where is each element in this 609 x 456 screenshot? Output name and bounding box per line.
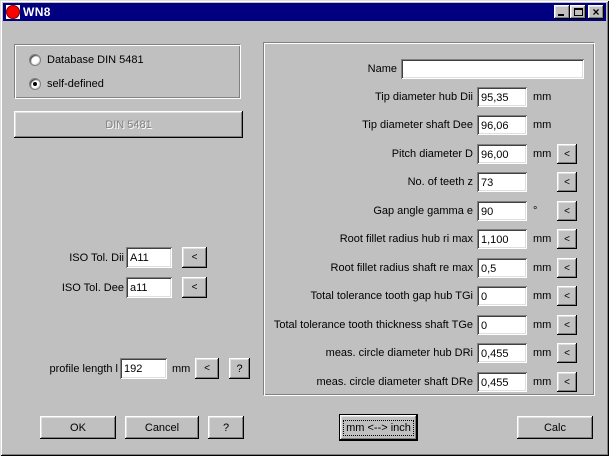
recall-value-button[interactable]: < <box>557 315 577 335</box>
value-input[interactable] <box>477 172 527 192</box>
field-label: Tip diameter hub Dii <box>374 91 473 103</box>
parameter-row: No. of teeth z < <box>268 172 577 192</box>
parameter-row: Gap angle gamma e ° < <box>268 201 577 221</box>
unit-label: mm <box>533 233 552 245</box>
value-input[interactable] <box>477 229 527 249</box>
parameter-row: meas. circle diameter hub DRi mm < <box>268 343 577 363</box>
ok-button[interactable]: OK <box>40 416 116 439</box>
unit-label: mm <box>533 262 552 274</box>
radio-indicator[interactable] <box>29 53 41 66</box>
parameter-row: Pitch diameter D mm < <box>268 144 577 164</box>
window-controls: × <box>554 5 604 19</box>
field-label: meas. circle diameter shaft DRe <box>316 376 474 388</box>
unit-label: mm <box>533 119 552 131</box>
iso-tol-dii-row: ISO Tol. Dii < <box>14 247 207 268</box>
parameter-row: meas. circle diameter shaft DRe mm < <box>268 372 577 392</box>
value-input[interactable] <box>477 286 527 306</box>
field-label: meas. circle diameter hub DRi <box>325 347 473 359</box>
radio-self-defined[interactable]: self-defined <box>29 77 104 90</box>
recall-value-button[interactable]: < <box>557 286 577 306</box>
calc-button[interactable]: Calc <box>517 416 593 439</box>
profile-length-input[interactable] <box>120 358 167 379</box>
profile-length-row: profile length l mm < ? <box>14 358 250 379</box>
field-label: Total tolerance tooth gap hub TGi <box>310 290 473 302</box>
radio-indicator[interactable] <box>29 77 41 90</box>
profile-length-help-button[interactable]: ? <box>229 358 250 379</box>
field-label: Name <box>367 63 397 75</box>
value-input[interactable] <box>477 372 527 392</box>
window-title: WN8 <box>23 5 51 19</box>
recall-value-button[interactable]: < <box>557 172 577 192</box>
iso-tol-dii-recall-button[interactable]: < <box>182 247 207 268</box>
field-label: Total tolerance tooth thickness shaft TG… <box>273 319 473 331</box>
unit-label: mm <box>533 290 552 302</box>
mm-inch-toggle-button[interactable]: mm <--> inch <box>340 415 417 440</box>
minimize-button[interactable] <box>554 5 570 19</box>
app-icon[interactable] <box>6 5 20 19</box>
value-input[interactable] <box>477 87 527 107</box>
recall-value-button[interactable]: < <box>557 201 577 221</box>
parameter-row: Tip diameter shaft Dee mm <box>268 115 577 135</box>
value-input[interactable] <box>401 59 584 79</box>
field-label: Root fillet radius shaft re max <box>330 262 473 274</box>
unit-label: mm <box>533 148 552 160</box>
radio-database-din5481[interactable]: Database DIN 5481 <box>29 53 144 66</box>
parameter-row: Root fillet radius shaft re max mm < <box>268 258 577 278</box>
field-label: Tip diameter shaft Dee <box>362 119 473 131</box>
field-label: Root fillet radius hub ri max <box>339 233 473 245</box>
titlebar[interactable]: WN8 × <box>3 3 606 21</box>
maximize-button[interactable] <box>570 5 586 19</box>
radio-label[interactable]: self-defined <box>47 78 104 90</box>
profile-length-label: profile length l <box>49 362 119 375</box>
radio-dot <box>33 81 37 86</box>
profile-length-recall-button[interactable]: < <box>195 358 219 379</box>
recall-value-button[interactable]: < <box>557 229 577 249</box>
help-button[interactable]: ? <box>208 416 244 439</box>
profile-length-unit: mm <box>172 362 191 375</box>
radio-dot <box>33 58 37 62</box>
cancel-button[interactable]: Cancel <box>125 416 199 439</box>
unit-label: mm <box>533 376 552 388</box>
unit-label: mm <box>533 91 552 103</box>
close-button[interactable]: × <box>588 5 604 19</box>
field-label: Pitch diameter D <box>391 148 473 160</box>
value-input[interactable] <box>477 315 527 335</box>
parameter-row: Total tolerance tooth gap hub TGi mm < <box>268 286 577 306</box>
value-input[interactable] <box>477 258 527 278</box>
iso-tol-dii-input[interactable] <box>126 247 172 268</box>
iso-tol-dee-input[interactable] <box>126 277 172 298</box>
iso-tol-dee-row: ISO Tol. Dee < <box>14 277 207 298</box>
unit-label: mm <box>533 319 552 331</box>
iso-tol-dii-label: ISO Tol. Dii <box>69 251 124 264</box>
maximize-icon <box>573 8 583 16</box>
parameter-row: Root fillet radius hub ri max mm < <box>268 229 577 249</box>
field-label: No. of teeth z <box>407 176 473 188</box>
data-source-groupbox: Database DIN 5481 self-defined <box>14 44 240 98</box>
unit-label: mm <box>533 347 552 359</box>
value-input[interactable] <box>477 201 527 221</box>
field-label: Gap angle gamma e <box>373 205 473 217</box>
iso-tol-dee-recall-button[interactable]: < <box>182 277 207 298</box>
iso-tol-dee-label: ISO Tol. Dee <box>61 281 124 294</box>
value-input[interactable] <box>477 115 527 135</box>
radio-label[interactable]: Database DIN 5481 <box>47 54 144 66</box>
mm-inch-toggle-label: mm <--> inch <box>343 419 414 436</box>
value-input[interactable] <box>477 343 527 363</box>
unit-label: ° <box>533 205 538 217</box>
minimize-icon <box>558 14 564 16</box>
din5481-button: DIN 5481 <box>14 111 243 138</box>
recall-value-button[interactable]: < <box>557 258 577 278</box>
wn8-dialog-window: WN8 × Database DIN 5481 self-defined DIN… <box>0 0 609 456</box>
parameter-row: Name <box>268 59 584 79</box>
parameter-row: Tip diameter hub Dii mm <box>268 87 577 107</box>
recall-value-button[interactable]: < <box>557 343 577 363</box>
parameter-row: Total tolerance tooth thickness shaft TG… <box>268 315 577 335</box>
value-input[interactable] <box>477 144 527 164</box>
recall-value-button[interactable]: < <box>557 372 577 392</box>
recall-value-button[interactable]: < <box>557 144 577 164</box>
